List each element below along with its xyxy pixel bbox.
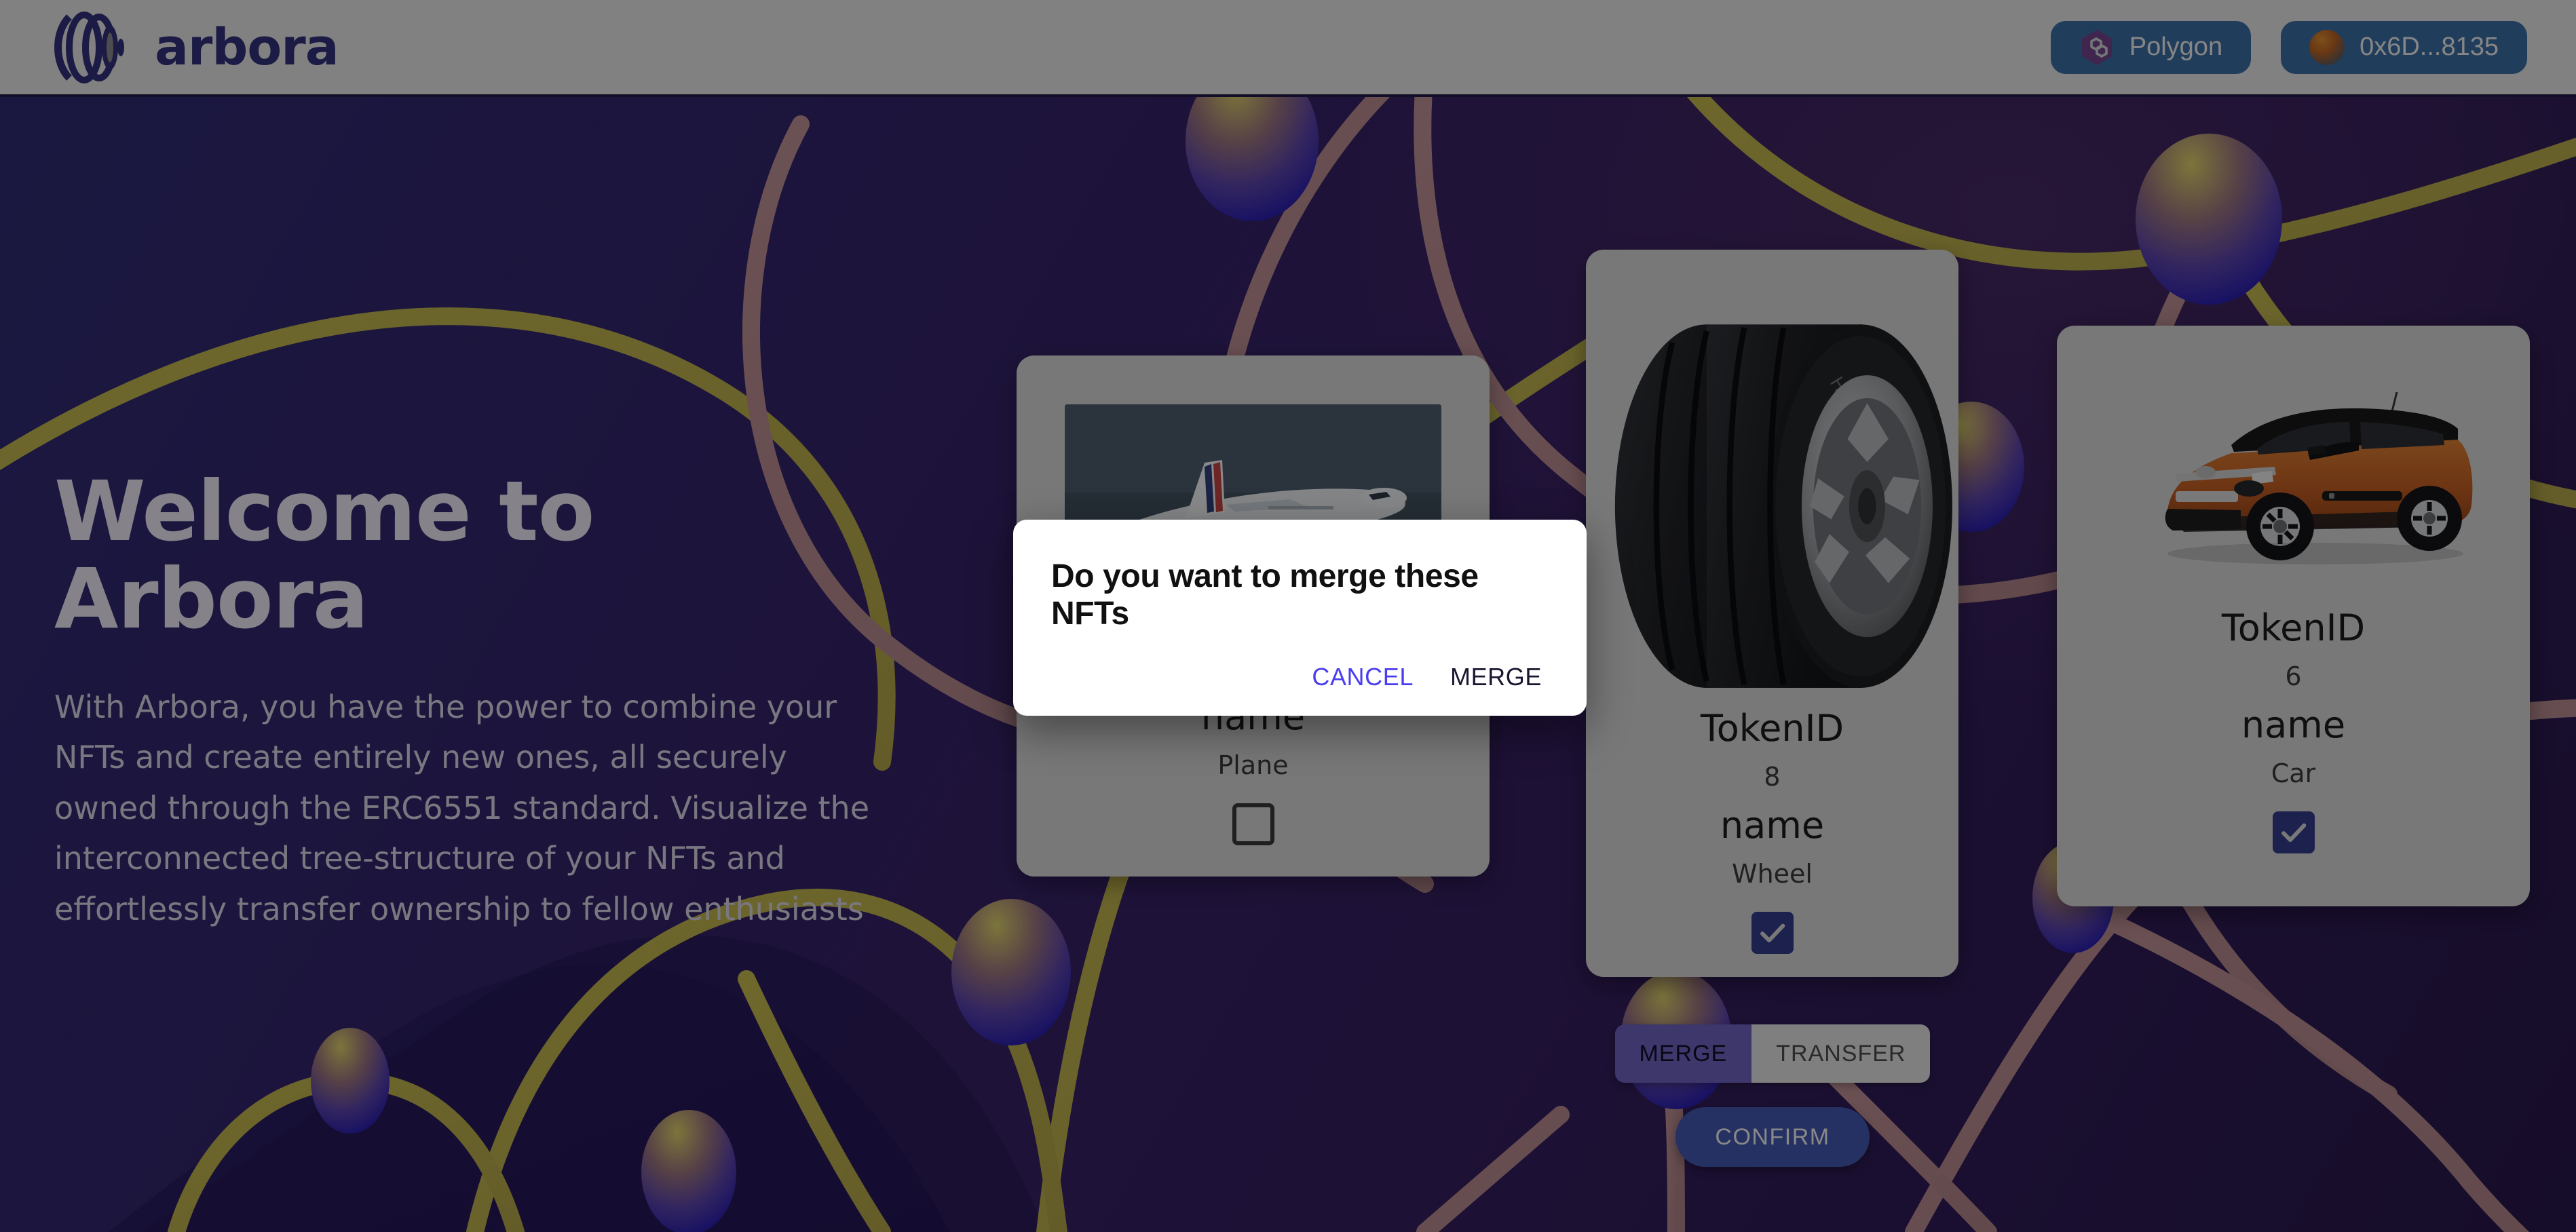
tab-merge[interactable]: MERGE	[1614, 1024, 1752, 1083]
nft-image-wheel: Hankook	[1586, 292, 1958, 689]
checkmark-icon	[1760, 923, 1785, 943]
nft-card-wheel[interactable]: Hankook TokenID 8 name	[1586, 250, 1958, 977]
hero-description: With Arbora, you have the power to combi…	[54, 688, 870, 927]
merge-confirmation-dialog: Do you want to merge these NFTs CANCEL M…	[1013, 520, 1587, 716]
nft-name-label-wheel: name	[1720, 804, 1825, 847]
nft-name-label-car: name	[2241, 704, 2346, 746]
cancel-button[interactable]: CANCEL	[1309, 659, 1416, 695]
car-photo	[2105, 365, 2482, 589]
brand[interactable]: arbora	[49, 0, 339, 94]
nft-checkbox-wheel[interactable]	[1751, 912, 1794, 954]
mode-toggle-group[interactable]: MERGE TRANSFER	[1614, 1024, 1931, 1083]
wallet-avatar-icon	[2309, 29, 2345, 65]
wallet-address-button[interactable]: 0x6D...8135	[2281, 20, 2527, 74]
nft-name-value-car: Car	[2271, 758, 2316, 788]
network-selector-button[interactable]: Polygon	[2050, 20, 2252, 74]
nft-checkbox-car[interactable]	[2272, 811, 2315, 853]
action-controls: MERGE TRANSFER CONFIRM	[1614, 1024, 1931, 1167]
nft-tokenid-value-wheel: 8	[1764, 762, 1781, 792]
app-root: Welcome to Arbora With Arbora, you have …	[0, 0, 2576, 1232]
nft-card-car[interactable]: TokenID 6 name Car	[2057, 326, 2530, 906]
brand-name: arbora	[155, 18, 339, 77]
tire-wheel-photo: Hankook	[1614, 324, 1952, 688]
nft-checkbox-plane[interactable]	[1232, 803, 1274, 845]
hero-section: Welcome to Arbora With Arbora, you have …	[54, 463, 875, 934]
nft-tokenid-value-car: 6	[2285, 661, 2302, 691]
nft-name-value-wheel: Wheel	[1732, 859, 1813, 889]
nft-tokenid-label-car: TokenID	[2221, 607, 2366, 649]
checkmark-icon	[2281, 823, 2306, 843]
merge-button[interactable]: MERGE	[1447, 659, 1545, 695]
app-header: arbora Polygon 0x6D...8135	[0, 0, 2576, 97]
network-label: Polygon	[2129, 33, 2223, 61]
arbora-logo-icon	[54, 11, 124, 83]
dialog-actions: CANCEL MERGE	[1051, 659, 1549, 695]
tab-transfer[interactable]: TRANSFER	[1751, 1024, 1931, 1083]
header-actions: Polygon 0x6D...8135	[2050, 20, 2527, 74]
nft-image-car	[2105, 365, 2482, 589]
nft-tokenid-label-wheel: TokenID	[1700, 707, 1844, 750]
nft-name-value-plane: Plane	[1217, 750, 1289, 780]
dialog-title: Do you want to merge these NFTs	[1051, 558, 1479, 632]
wallet-address-label: 0x6D...8135	[2360, 33, 2499, 61]
page-title: Welcome to Arbora	[54, 463, 594, 648]
polygon-hexagon-icon	[2081, 29, 2112, 65]
confirm-button[interactable]: CONFIRM	[1675, 1107, 1870, 1167]
